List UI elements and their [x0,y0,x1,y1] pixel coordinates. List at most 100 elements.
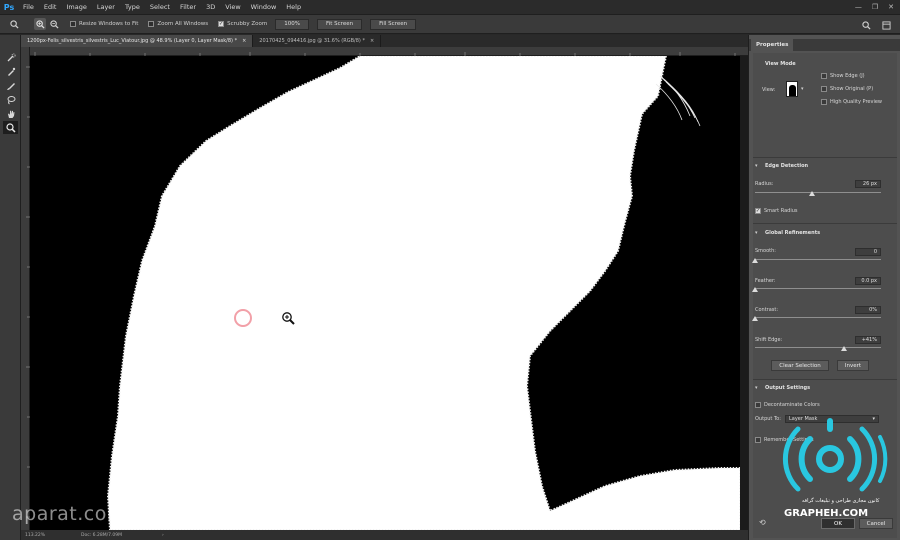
aparat-watermark: aparat.com/grapheh [12,503,216,525]
document-tab[interactable]: 20170425_094416.jpg @ 31.6% (RGB/8) * × [253,35,382,47]
menu-file[interactable]: File [18,3,39,11]
menu-image[interactable]: Image [61,3,91,11]
view-mode-thumbnail[interactable] [786,81,798,97]
resize-windows-checkbox[interactable] [70,21,76,27]
feather-input[interactable]: 0.0 px [855,277,881,285]
smooth-slider-track[interactable] [755,259,881,260]
section-divider [753,379,897,380]
section-divider [753,223,897,224]
canvas-area[interactable] [30,56,748,530]
view-dropdown-icon[interactable]: ▾ [801,86,804,92]
search-icon[interactable] [860,19,872,31]
menu-bar: Ps File Edit Image Layer Type Select Fil… [0,0,900,14]
menu-layer[interactable]: Layer [92,3,120,11]
contrast-input[interactable]: 0% [855,306,881,314]
zoom-level[interactable]: 113.22% [25,533,45,538]
shift-edge-input[interactable]: +41% [855,336,881,344]
smooth-label: Smooth: [755,248,776,254]
collapse-edge-detection-icon[interactable]: ▾ [755,163,758,169]
view-label: View: [762,87,776,93]
document-tab-label: 1200px-Felis_silvestris_silvestris_Luc_V… [27,38,238,44]
menu-select[interactable]: Select [145,3,175,11]
output-settings-heading: Output Settings [765,385,811,391]
document-canvas[interactable] [30,56,740,530]
decontaminate-label: Decontaminate Colors [764,402,820,408]
show-edge-checkbox[interactable] [821,73,827,79]
grapheh-logo-icon [782,418,888,492]
fill-screen-button[interactable]: Fill Screen [370,18,417,30]
zoom-all-option[interactable]: Zoom All Windows [148,21,208,27]
hand-tool-icon[interactable] [3,107,18,120]
refine-edge-brush-icon[interactable] [3,65,18,78]
smooth-slider-thumb[interactable] [752,258,758,263]
grapheh-domain: GRAPHEH.COM [784,508,869,519]
brush-tool-icon[interactable] [3,79,18,92]
collapse-global-refinements-icon[interactable]: ▾ [755,230,758,236]
smart-radius-checkbox[interactable]: ✓ [755,208,761,214]
document-tab-label: 20170425_094416.jpg @ 31.6% (RGB/8) * [259,38,365,44]
menu-edit[interactable]: Edit [39,3,62,11]
document-tabs: 1200px-Felis_silvestris_silvestris_Luc_V… [21,35,748,47]
collapse-output-settings-icon[interactable]: ▾ [755,385,758,391]
feather-slider-track[interactable] [755,288,881,289]
menu-type[interactable]: Type [120,3,145,11]
contrast-label: Contrast: [755,307,779,313]
close-tab-icon[interactable]: × [370,38,374,44]
decontaminate-checkbox[interactable] [755,402,761,408]
menu-filter[interactable]: Filter [175,3,201,11]
quick-selection-tool-icon[interactable] [3,51,18,64]
vertical-ruler[interactable] [21,47,30,530]
restore-icon[interactable]: ❐ [872,3,878,11]
horizontal-ruler[interactable] [30,47,748,56]
clear-selection-button[interactable]: Clear Selection [771,360,829,371]
photoshop-logo: Ps [3,2,15,12]
menu-window[interactable]: Window [246,3,282,11]
contrast-slider-thumb[interactable] [752,316,758,321]
properties-tab[interactable]: Properties [751,39,794,51]
window-controls: — ❐ ✕ [855,0,894,14]
grapheh-tagline: کانون مجازی طراحی و تبلیغات گرافه [802,498,880,504]
status-menu-arrow[interactable]: › [162,533,164,538]
radius-slider-thumb[interactable] [808,191,815,196]
output-to-label: Output To: [755,416,781,422]
zoom-tool-preset-icon[interactable] [8,18,20,30]
resize-windows-option[interactable]: Resize Windows to Fit [70,21,138,27]
high-quality-checkbox[interactable] [821,99,827,105]
feather-slider-thumb[interactable] [752,287,758,292]
zoom-in-icon[interactable] [34,18,46,30]
invert-button[interactable]: Invert [837,360,869,371]
fit-screen-button[interactable]: Fit Screen [316,18,363,30]
menu-help[interactable]: Help [281,3,306,11]
minimize-icon[interactable]: — [855,3,862,11]
radius-slider-track[interactable] [755,192,881,193]
shift-edge-slider-track[interactable] [755,347,881,348]
reset-icon[interactable]: ⟲ [759,518,766,527]
close-tab-icon[interactable]: × [242,38,246,44]
shift-edge-slider-thumb[interactable] [840,346,847,351]
options-bar: Resize Windows to Fit Zoom All Windows ✓… [0,14,900,34]
remember-settings-checkbox[interactable] [755,437,761,443]
close-window-icon[interactable]: ✕ [888,3,894,11]
zoom-all-checkbox[interactable] [148,21,155,27]
contrast-slider-track[interactable] [755,317,881,318]
tools-panel [0,35,21,540]
smart-radius-label: Smart Radius [764,208,798,214]
radius-input[interactable]: 26 px [855,180,881,188]
edge-detection-heading: Edge Detection [765,163,809,169]
zoom-out-icon[interactable] [48,18,60,30]
workspace-icon[interactable] [880,19,892,31]
zoom-tool-icon[interactable] [3,121,18,134]
document-tab-active[interactable]: 1200px-Felis_silvestris_silvestris_Luc_V… [21,35,254,47]
layer-mask-preview [30,56,740,530]
show-original-label: Show Original (P) [830,86,874,92]
scrubby-zoom-label: Scrubby Zoom [227,21,268,27]
view-mode-heading: View Mode [765,61,796,67]
scrubby-zoom-option[interactable]: ✓ Scrubby Zoom [218,21,267,27]
show-original-checkbox[interactable] [821,86,827,92]
smooth-input[interactable]: 0 [855,248,881,256]
menu-3d[interactable]: 3D [201,3,220,11]
scrubby-zoom-checkbox[interactable]: ✓ [218,21,225,27]
lasso-tool-icon[interactable] [3,93,18,106]
menu-view[interactable]: View [220,3,245,11]
zoom-100-button[interactable]: 100% [275,18,309,30]
